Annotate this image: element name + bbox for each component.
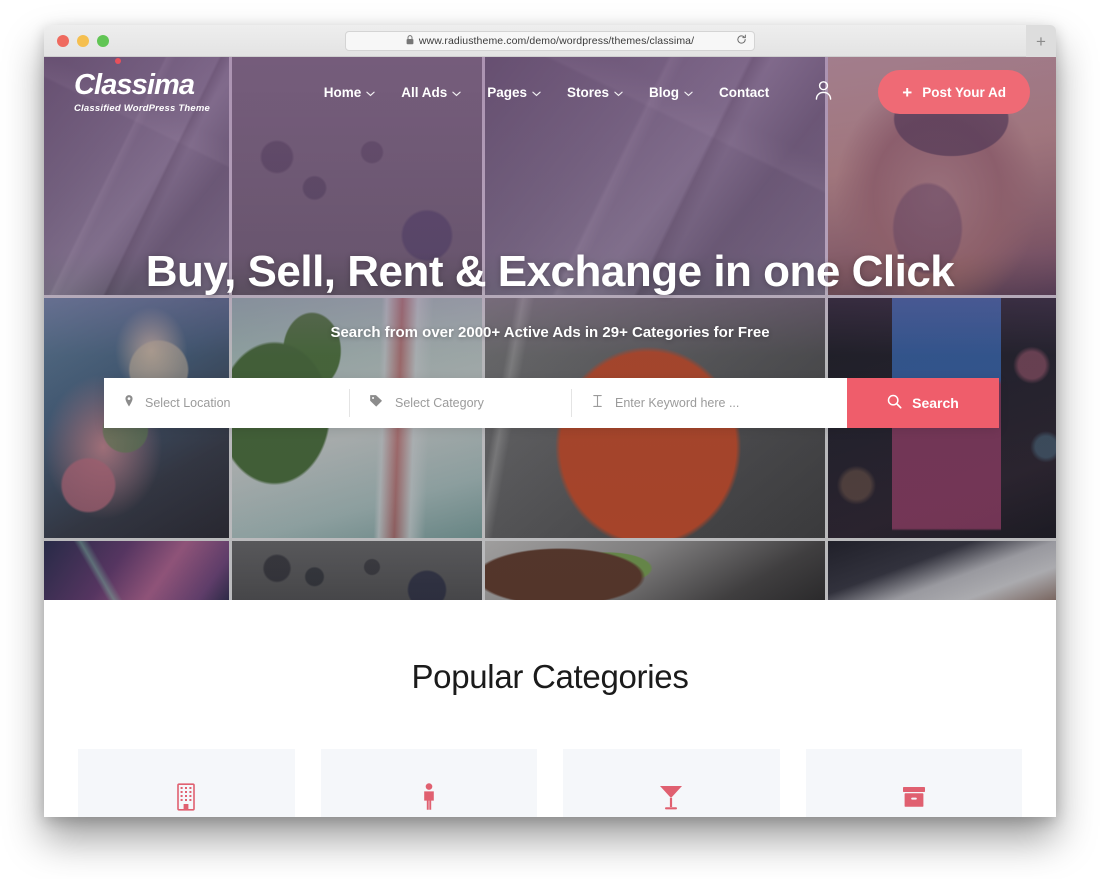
site-logo[interactable]: Classima Classified WordPress Theme bbox=[74, 58, 314, 114]
text-cursor-icon bbox=[591, 394, 604, 413]
post-your-ad-button[interactable]: + Post Your Ad bbox=[878, 70, 1030, 114]
chevron-down-icon bbox=[532, 85, 541, 100]
nav-item-label: All Ads bbox=[401, 84, 448, 100]
box-icon bbox=[901, 782, 927, 812]
search-icon bbox=[887, 394, 902, 412]
keyword-placeholder: Enter Keyword here ... bbox=[615, 396, 740, 410]
category-card-home-appliances[interactable]: Home Appliances bbox=[320, 749, 537, 817]
account-button[interactable] bbox=[813, 79, 834, 106]
category-placeholder: Select Category bbox=[395, 396, 484, 410]
section-title: Popular Categories bbox=[411, 658, 689, 695]
minimize-window-button[interactable] bbox=[77, 34, 89, 47]
nav-item-label: Contact bbox=[719, 84, 770, 100]
lock-icon bbox=[406, 32, 414, 50]
nav-item-label: Pages bbox=[487, 84, 528, 100]
new-tab-button[interactable]: + bbox=[1026, 25, 1056, 57]
categories-grid: Property Home Appliances bbox=[78, 749, 1022, 817]
chevron-down-icon bbox=[614, 85, 623, 100]
logo-tagline: Classified WordPress Theme bbox=[74, 102, 210, 114]
nav-item-home[interactable]: Home bbox=[324, 85, 376, 100]
hero-copy: Buy, Sell, Rent & Exchange in one Click … bbox=[44, 247, 1056, 341]
category-select[interactable]: Select Category bbox=[349, 378, 571, 428]
location-select[interactable]: Select Location bbox=[104, 378, 349, 428]
user-icon bbox=[813, 79, 834, 106]
plus-icon: + bbox=[902, 82, 913, 102]
mosaic-tile-steak bbox=[485, 541, 825, 600]
person-icon bbox=[419, 782, 439, 812]
hero-subtitle: Search from over 2000+ Active Ads in 29+… bbox=[330, 323, 770, 341]
tag-icon bbox=[369, 394, 384, 413]
map-pin-icon bbox=[124, 394, 134, 413]
close-window-button[interactable] bbox=[57, 34, 69, 47]
address-bar-url: www.radiustheme.com/demo/wordpress/theme… bbox=[418, 34, 695, 47]
mosaic-tile-desk bbox=[828, 541, 1056, 600]
category-card-electronics[interactable]: Electronics bbox=[563, 749, 780, 817]
post-your-ad-label: Post Your Ad bbox=[922, 84, 1006, 100]
hero-section: Classima Classified WordPress Theme Home… bbox=[44, 57, 1056, 600]
chevron-down-icon bbox=[366, 85, 375, 100]
building-icon bbox=[175, 782, 197, 812]
search-bar: Select Location Select Category Enter Ke… bbox=[104, 378, 999, 428]
keyword-input[interactable]: Enter Keyword here ... bbox=[571, 378, 847, 428]
mosaic-tile-neon bbox=[44, 541, 229, 600]
site-header: Classima Classified WordPress Theme Home… bbox=[44, 57, 1056, 127]
search-button-label: Search bbox=[912, 395, 959, 411]
category-card-property[interactable]: Property bbox=[78, 749, 295, 817]
nav-item-blog[interactable]: Blog bbox=[649, 85, 693, 100]
reload-icon[interactable] bbox=[736, 32, 747, 50]
nav-item-pages[interactable]: Pages bbox=[487, 85, 541, 100]
mosaic-tile-market bbox=[232, 541, 482, 600]
popular-categories-section: Popular Categories bbox=[44, 600, 1056, 817]
chevron-down-icon bbox=[684, 85, 693, 100]
nav-item-all-ads[interactable]: All Ads bbox=[401, 85, 461, 100]
category-card-business-industry[interactable]: Business & Industry bbox=[805, 749, 1022, 817]
nav-item-contact[interactable]: Contact bbox=[719, 85, 769, 100]
window-traffic-lights[interactable] bbox=[57, 34, 109, 47]
maximize-window-button[interactable] bbox=[97, 34, 109, 47]
browser-window: www.radiustheme.com/demo/wordpress/theme… bbox=[44, 25, 1056, 817]
cocktail-glass-icon bbox=[658, 782, 684, 812]
nav-item-label: Blog bbox=[649, 84, 680, 100]
logo-wordmark: Classima bbox=[74, 68, 195, 101]
nav-item-stores[interactable]: Stores bbox=[567, 85, 623, 100]
search-button[interactable]: Search bbox=[847, 378, 999, 428]
nav-item-label: Home bbox=[323, 84, 362, 100]
nav-item-label: Stores bbox=[567, 84, 610, 100]
logo-dot-icon bbox=[115, 58, 121, 64]
address-bar[interactable]: www.radiustheme.com/demo/wordpress/theme… bbox=[345, 30, 755, 51]
location-placeholder: Select Location bbox=[145, 396, 231, 410]
main-navigation: Home All Ads Pages Stores Blog Contact +… bbox=[314, 70, 1030, 114]
page-viewport: Classima Classified WordPress Theme Home… bbox=[44, 57, 1056, 817]
hero-title: Buy, Sell, Rent & Exchange in one Click bbox=[145, 247, 955, 296]
browser-titlebar: www.radiustheme.com/demo/wordpress/theme… bbox=[44, 25, 1056, 57]
chevron-down-icon bbox=[452, 85, 461, 100]
